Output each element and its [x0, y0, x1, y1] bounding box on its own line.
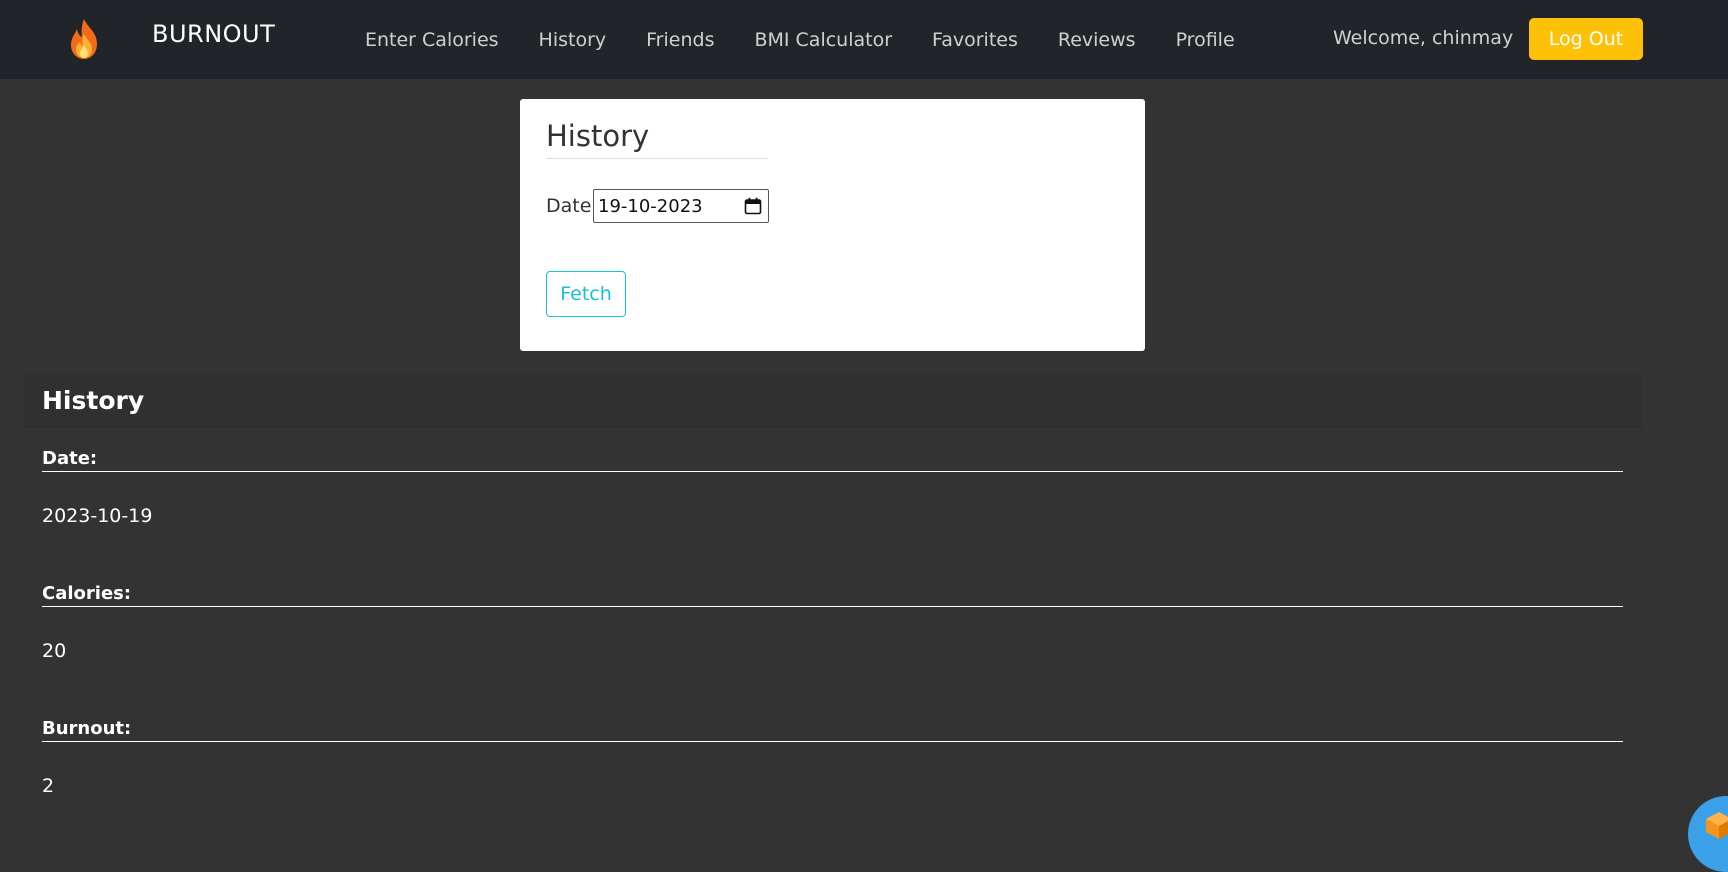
history-results-header: History — [24, 374, 1642, 428]
flame-icon[interactable] — [66, 18, 102, 60]
date-label: Date — [546, 195, 592, 217]
nav-link-enter-calories[interactable]: Enter Calories — [365, 29, 499, 51]
welcome-text: Welcome, chinmay — [1333, 27, 1514, 49]
cube-icon — [1706, 812, 1728, 839]
fetch-button[interactable]: Fetch — [546, 271, 626, 317]
nav-links: Enter Calories History Friends BMI Calcu… — [365, 0, 1275, 79]
history-results-title: History — [42, 386, 145, 415]
nav-link-bmi-calculator[interactable]: BMI Calculator — [754, 29, 892, 51]
logout-button[interactable]: Log Out — [1529, 18, 1643, 60]
brand-name[interactable]: BURNOUT — [152, 20, 275, 48]
burnout-field-value: 2 — [42, 775, 55, 797]
calories-field-label: Calories: — [42, 582, 1623, 607]
nav-link-friends[interactable]: Friends — [646, 29, 714, 51]
navbar: BURNOUT Enter Calories History Friends B… — [0, 0, 1728, 79]
date-field-value: 2023-10-19 — [42, 505, 153, 527]
date-input[interactable]: 19-10-2023 — [593, 189, 769, 223]
nav-link-favorites[interactable]: Favorites — [932, 29, 1018, 51]
floating-widget-button[interactable] — [1688, 796, 1728, 872]
calories-field-value: 20 — [42, 640, 67, 662]
nav-link-reviews[interactable]: Reviews — [1058, 29, 1136, 51]
date-input-value[interactable]: 19-10-2023 — [598, 196, 744, 217]
history-form-card: History Date 19-10-2023 Fetch — [520, 99, 1145, 351]
calendar-icon[interactable] — [744, 197, 762, 215]
nav-link-history[interactable]: History — [539, 29, 607, 51]
history-form-title: History — [546, 119, 768, 159]
burnout-field-label: Burnout: — [42, 717, 1623, 742]
nav-link-profile[interactable]: Profile — [1176, 29, 1235, 51]
date-field-label: Date: — [42, 447, 1623, 472]
